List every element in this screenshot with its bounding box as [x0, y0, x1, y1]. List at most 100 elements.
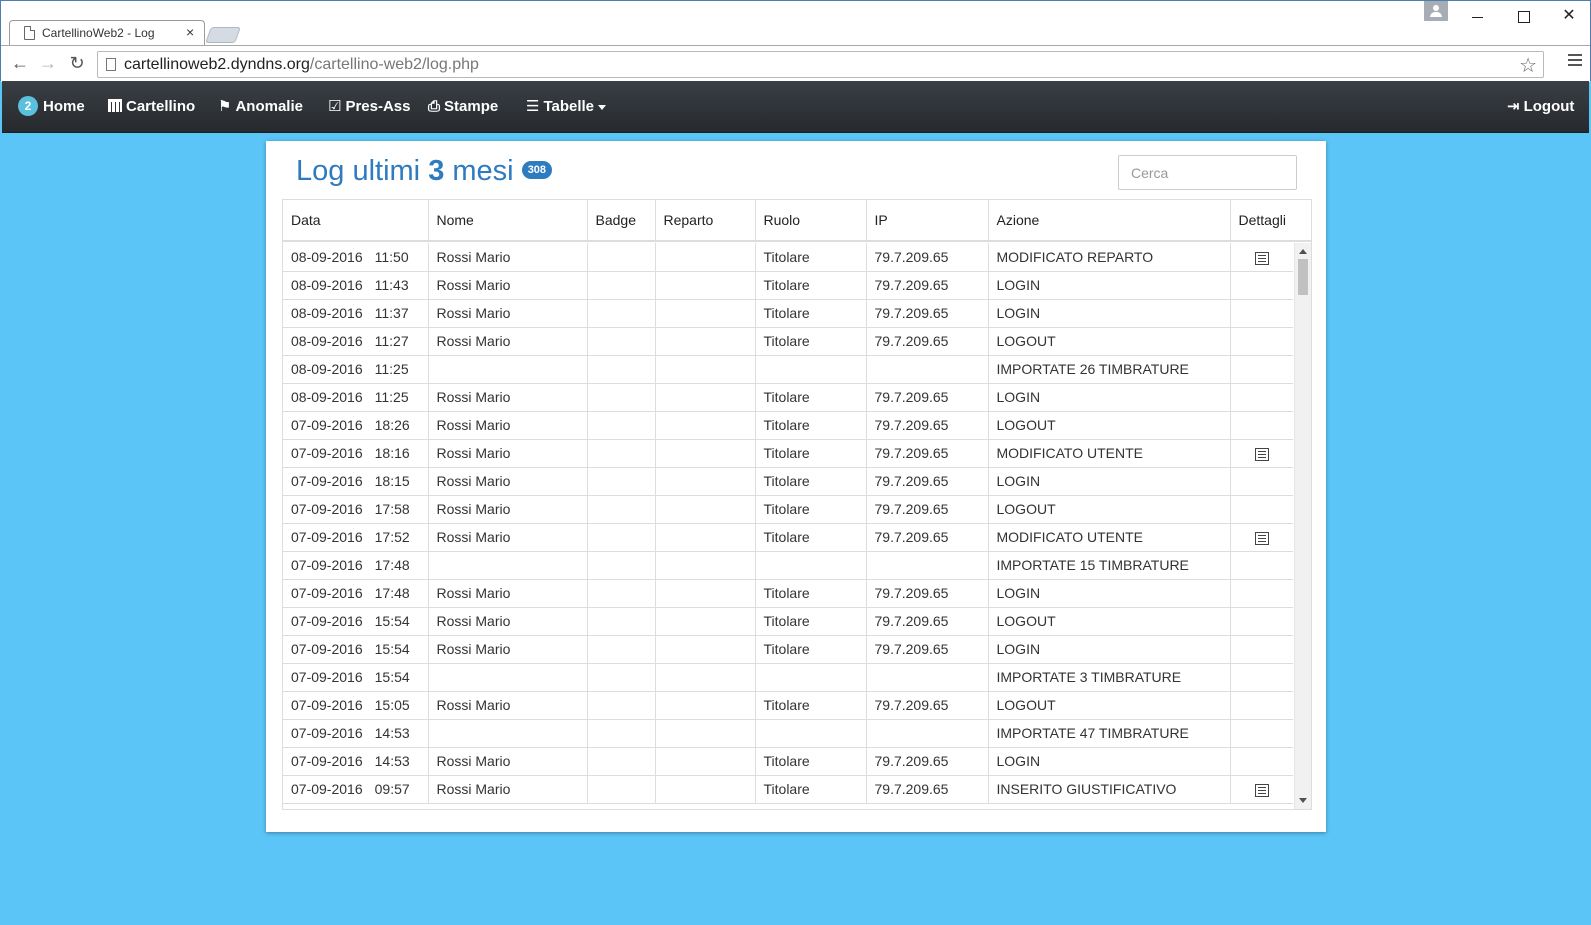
table-row[interactable]: 07-09-2016 18:26 Rossi Mario Titolare 79.7.2…	[283, 411, 1293, 440]
nav-pres-ass-label: Pres-Ass	[345, 98, 411, 115]
vertical-scrollbar[interactable]	[1294, 243, 1311, 809]
table-row[interactable]: 07-09-2016 09:57 Rossi Mario Titolare 79.7.2…	[283, 775, 1293, 804]
cell-ip: 79.7.209.65	[866, 411, 989, 440]
close-tab-icon[interactable]: ×	[186, 24, 194, 40]
table-row[interactable]: 07-09-2016 17:58 Rossi Mario Titolare 79.7.2…	[283, 495, 1293, 524]
cell-badge	[587, 719, 656, 748]
table-row[interactable]: 08-09-2016 11:27 Rossi Mario Titolare 79.7.2…	[283, 327, 1293, 356]
table-row[interactable]: 07-09-2016 15:54 Rossi Mario Titolare 79.7.2…	[283, 635, 1293, 664]
table-row[interactable]: 07-09-2016 15:54 Rossi Mario Titolare 79.7.2…	[283, 607, 1293, 636]
date-text: 07-09-2016	[291, 697, 363, 713]
tab-strip: CartellinoWeb2 - Log × ✕	[1, 1, 1590, 46]
column-header[interactable]: Ruolo	[755, 200, 867, 242]
table-row[interactable]: 07-09-2016 14:53 Rossi Mario Titolare 79.7.2…	[283, 747, 1293, 776]
cell-ip	[866, 355, 989, 384]
time-text: 11:27	[374, 333, 409, 349]
column-header[interactable]: Data	[283, 200, 429, 242]
forward-arrow-icon[interactable]: →	[37, 52, 59, 74]
bookmark-star-icon[interactable]: ☆	[1519, 53, 1537, 78]
maximize-icon[interactable]	[1508, 5, 1538, 27]
date-text: 08-09-2016	[291, 277, 363, 293]
column-header[interactable]: Badge	[587, 200, 656, 242]
nav-anomalie[interactable]: ⚑ Anomalie	[218, 81, 303, 133]
time-text: 17:58	[374, 501, 410, 517]
column-header[interactable]: Dettagli	[1230, 200, 1311, 242]
cell-ruolo: Titolare	[755, 495, 867, 524]
table-row[interactable]: 08-09-2016 11:25 IMPORTATE 26 TIMBRATURE	[283, 355, 1293, 384]
table-row[interactable]: 08-09-2016 11:43 Rossi Mario Titolare 79.7.2…	[283, 271, 1293, 300]
page-title: Log ultimi 3 mesi 308	[296, 155, 553, 188]
cell-badge	[587, 579, 656, 608]
nav-tabelle[interactable]: ☰ Tabelle	[526, 81, 607, 133]
table-row[interactable]: 07-09-2016 14:53 IMPORTATE 47 TIMBRATURE	[283, 719, 1293, 748]
nav-stampe[interactable]: ⎙ Stampe	[428, 81, 498, 133]
table-row[interactable]: 07-09-2016 18:16 Rossi Mario Titolare 79.7.2…	[283, 439, 1293, 468]
cell-reparto	[655, 327, 756, 356]
table-row[interactable]: 07-09-2016 17:48 Rossi Mario Titolare 79.7.2…	[283, 579, 1293, 608]
profile-icon[interactable]	[1424, 1, 1448, 21]
details-list-icon[interactable]	[1254, 447, 1269, 461]
nav-logout[interactable]: ⇥ Logout	[1507, 81, 1574, 133]
cell-ip: 79.7.209.65	[866, 495, 989, 524]
cell-data: 07-09-2016 17:48	[283, 579, 429, 608]
time-text: 18:16	[374, 445, 410, 461]
cell-dettagli	[1230, 299, 1293, 328]
reload-icon[interactable]: ↻	[66, 52, 88, 74]
cell-badge	[587, 327, 656, 356]
cell-azione: LOGIN	[988, 271, 1231, 300]
time-text: 15:54	[374, 641, 410, 657]
table-body-scroll[interactable]: 08-09-2016 11:50 Rossi Mario Titolare 79.7.2…	[283, 243, 1311, 809]
details-list-icon[interactable]	[1254, 251, 1269, 265]
search-input[interactable]	[1118, 155, 1297, 190]
url-path: /cartellino-web2/log.php	[309, 56, 479, 73]
address-bar[interactable]: cartellinoweb2.dyndns.org/cartellino-web…	[97, 51, 1544, 78]
column-header[interactable]: Reparto	[655, 200, 756, 242]
table-row[interactable]: 07-09-2016 17:52 Rossi Mario Titolare 79.7.2…	[283, 523, 1293, 552]
time-text: 14:53	[374, 753, 410, 769]
new-tab-button[interactable]	[205, 27, 241, 43]
cell-ruolo: Titolare	[755, 299, 867, 328]
table-row[interactable]: 08-09-2016 11:37 Rossi Mario Titolare 79.7.2…	[283, 299, 1293, 328]
time-text: 17:48	[374, 557, 410, 573]
cell-dettagli	[1230, 635, 1293, 664]
scroll-thumb[interactable]	[1298, 259, 1308, 295]
cell-reparto	[655, 579, 756, 608]
table-row[interactable]: 08-09-2016 11:50 Rossi Mario Titolare 79.7.2…	[283, 243, 1293, 272]
cell-data: 08-09-2016 11:27	[283, 327, 429, 356]
nav-home[interactable]: 2 Home	[18, 81, 85, 133]
scroll-down-icon[interactable]	[1299, 798, 1307, 803]
cell-ruolo: Titolare	[755, 467, 867, 496]
nav-cartellino[interactable]: Cartellino	[108, 81, 195, 133]
column-header[interactable]: Nome	[428, 200, 588, 242]
date-text: 08-09-2016	[291, 333, 363, 349]
minimize-icon[interactable]	[1462, 5, 1492, 27]
cell-badge	[587, 271, 656, 300]
column-header[interactable]: Azione	[988, 200, 1231, 242]
cell-ruolo	[755, 551, 867, 580]
cell-azione: LOGOUT	[988, 495, 1231, 524]
details-list-icon[interactable]	[1254, 783, 1269, 797]
cell-badge	[587, 775, 656, 804]
browser-tab[interactable]: CartellinoWeb2 - Log ×	[9, 20, 205, 46]
table-row[interactable]: 07-09-2016 15:54 IMPORTATE 3 TIMBRATURE	[283, 663, 1293, 692]
time-text: 14:53	[374, 725, 410, 741]
column-header[interactable]: IP	[866, 200, 989, 242]
cell-dettagli	[1230, 551, 1293, 580]
close-window-icon[interactable]: ✕	[1554, 5, 1584, 27]
table-row[interactable]: 07-09-2016 15:05 Rossi Mario Titolare 79.7.2…	[283, 691, 1293, 720]
cell-data: 08-09-2016 11:37	[283, 299, 429, 328]
cell-dettagli	[1230, 467, 1293, 496]
cell-ip: 79.7.209.65	[866, 243, 989, 272]
hamburger-menu-icon[interactable]	[1568, 54, 1582, 70]
url-text[interactable]: cartellinoweb2.dyndns.org/cartellino-web…	[124, 56, 479, 74]
table-row[interactable]: 07-09-2016 18:15 Rossi Mario Titolare 79.7.2…	[283, 467, 1293, 496]
cell-data: 07-09-2016 17:48	[283, 551, 429, 580]
cell-ruolo: Titolare	[755, 383, 867, 412]
back-arrow-icon[interactable]: ←	[9, 52, 31, 74]
scroll-up-icon[interactable]	[1299, 249, 1307, 254]
details-list-icon[interactable]	[1254, 531, 1269, 545]
table-row[interactable]: 08-09-2016 11:25 Rossi Mario Titolare 79.7.2…	[283, 383, 1293, 412]
table-row[interactable]: 07-09-2016 17:48 IMPORTATE 15 TIMBRATURE	[283, 551, 1293, 580]
nav-pres-ass[interactable]: ☑ Pres-Ass	[328, 81, 411, 133]
cell-data: 07-09-2016 15:05	[283, 691, 429, 720]
